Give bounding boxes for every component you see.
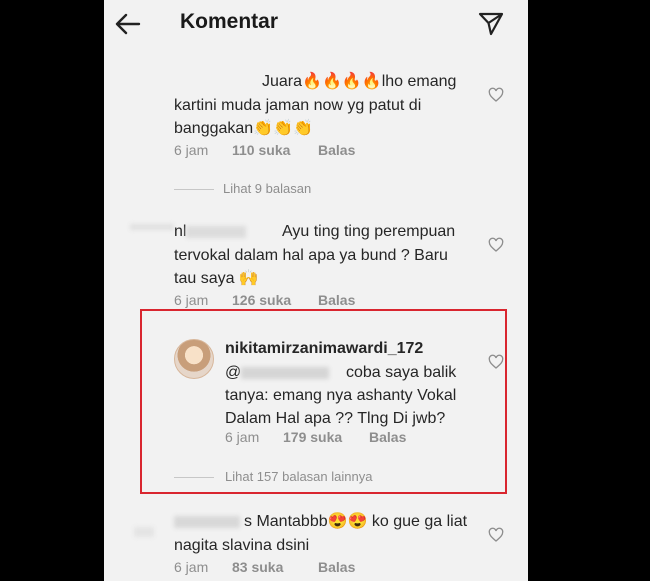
comment-4-likes[interactable]: 83 suka — [232, 559, 283, 575]
blurred-username — [186, 225, 247, 238]
blurred-mention — [241, 366, 330, 379]
like-heart-icon[interactable] — [488, 527, 504, 543]
comment-1-line2: kartini muda jaman now yg patut di — [174, 97, 422, 114]
comment-2-line3: tau saya 🙌 — [174, 270, 259, 287]
comment-3-line2: tanya: emang nya ashanty Vokal — [225, 387, 457, 404]
blurred-avatar — [130, 224, 174, 230]
comment-4-line1: s Mantabbb😍😍 ko gue ga liat — [244, 513, 468, 530]
comment-3-line1: coba saya balik — [346, 364, 457, 381]
send-button[interactable] — [476, 9, 506, 39]
comment-3-line3: Dalam Hal apa ?? Tlng Di jwb? — [225, 410, 446, 427]
view-replies-link[interactable]: Lihat 9 balasan — [223, 181, 311, 196]
replies-divider — [174, 477, 214, 478]
comment-1-likes[interactable]: 110 suka — [232, 142, 290, 158]
comment-2-reply-button[interactable]: Balas — [318, 292, 355, 308]
comment-4-line2: nagita slavina dsini — [174, 537, 310, 554]
comment-2-time: 6 jam — [174, 292, 209, 308]
comment-2-line2: tervokal dalam hal apa ya bund ? Baru — [174, 247, 448, 264]
back-button[interactable] — [114, 10, 142, 38]
comments-screen: Komentar Juara🔥🔥🔥🔥lho emang kartini muda… — [104, 0, 528, 581]
blurred-username[interactable] — [174, 516, 240, 528]
like-heart-icon[interactable] — [488, 354, 504, 370]
avatar[interactable] — [174, 339, 214, 379]
comment-3-likes[interactable]: 179 suka — [283, 429, 342, 445]
comment-1-time: 6 jam — [174, 142, 209, 158]
comment-4-reply-button[interactable]: Balas — [318, 559, 355, 575]
comment-3-username[interactable]: nikitamirzanimawardi_172 — [225, 340, 423, 358]
like-heart-icon[interactable] — [488, 237, 504, 253]
back-arrow-icon — [115, 13, 141, 35]
page-title: Komentar — [180, 10, 279, 33]
comment-1-line1: Juara🔥🔥🔥🔥lho emang — [262, 73, 457, 90]
comment-2-likes[interactable]: 126 suka — [232, 292, 291, 308]
comment-1-line3: banggakan👏👏👏 — [174, 120, 313, 137]
header: Komentar — [104, 0, 528, 48]
blurred-avatar — [134, 527, 154, 537]
comment-2-username[interactable]: nl — [174, 220, 247, 243]
replies-divider — [174, 189, 214, 190]
comment-2-line1: Ayu ting ting perempuan — [282, 223, 456, 240]
comment-4-time: 6 jam — [174, 559, 209, 575]
comment-3-reply-button[interactable]: Balas — [369, 429, 406, 445]
view-more-replies-link[interactable]: Lihat 157 balasan lainnya — [225, 469, 372, 484]
comment-1-reply-button[interactable]: Balas — [318, 142, 355, 158]
comment-3-time: 6 jam — [225, 429, 260, 445]
comment-3-mention[interactable]: @ — [225, 361, 330, 384]
paper-plane-icon — [478, 12, 504, 36]
like-heart-icon[interactable] — [488, 87, 504, 103]
